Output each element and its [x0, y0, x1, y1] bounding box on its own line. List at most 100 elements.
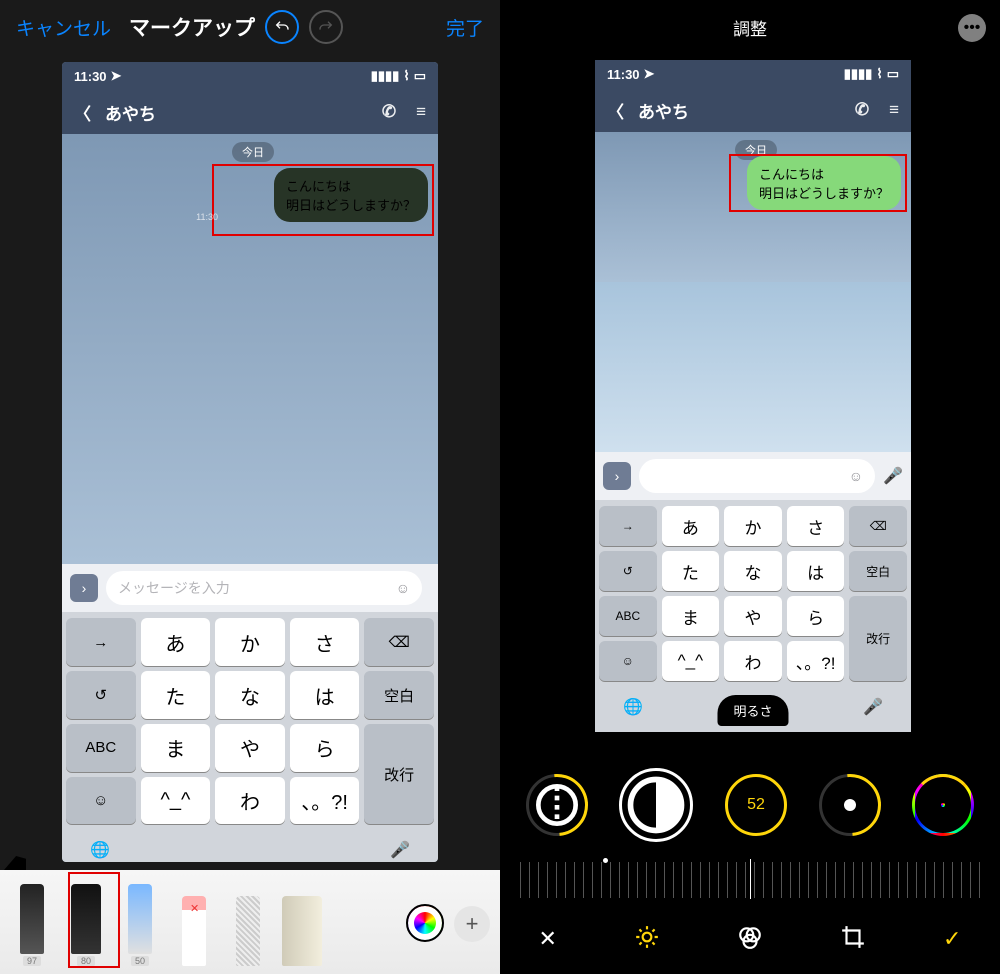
markup-screen: キャンセル マークアップ 完了 11:30 ➤ ▮▮▮▮ ⌇ ▭ 〈 あやち ✆… [0, 0, 500, 974]
brilliance-dial[interactable] [619, 768, 693, 842]
adjust-tab[interactable] [634, 924, 660, 955]
key-arrow[interactable]: → [66, 618, 136, 666]
pen-size: 97 [23, 956, 41, 966]
key-ha[interactable]: は [787, 551, 845, 591]
eraser-tool[interactable]: ✕ [172, 878, 216, 966]
slider-dot [603, 858, 608, 863]
mic-icon[interactable]: 🎤 [863, 697, 883, 717]
chat-navbar: 〈 あやち ✆ ≡ [595, 88, 911, 132]
signal-icon: ▮▮▮▮ [844, 66, 873, 82]
back-icon[interactable]: 〈 [607, 98, 624, 123]
key-na[interactable]: な [724, 551, 782, 591]
shadows-dial[interactable] [819, 774, 881, 836]
filters-tab[interactable] [737, 924, 763, 955]
call-icon[interactable]: ✆ [382, 102, 396, 122]
expand-button[interactable]: › [603, 462, 631, 490]
key-face[interactable]: ^_^ [662, 641, 720, 681]
slider-ticks[interactable] [520, 862, 980, 898]
status-bar: 11:30 ➤ ▮▮▮▮ ⌇ ▭ [595, 60, 911, 88]
menu-icon[interactable]: ≡ [889, 100, 899, 120]
key-face[interactable]: ^_^ [141, 777, 211, 825]
pen-tool[interactable]: 97 [10, 878, 54, 966]
key-ma[interactable]: ま [141, 724, 211, 772]
key-ya[interactable]: や [724, 596, 782, 636]
key-a[interactable]: あ [141, 618, 211, 666]
key-ka[interactable]: か [724, 506, 782, 546]
lasso-tool[interactable] [226, 878, 270, 966]
exposure-dial[interactable] [526, 774, 588, 836]
key-ha[interactable]: は [290, 671, 360, 719]
key-a[interactable]: あ [662, 506, 720, 546]
key-emoji[interactable]: ☺ [66, 777, 136, 825]
battery-icon: ▭ [414, 68, 426, 84]
key-space[interactable]: 空白 [364, 671, 434, 719]
msg-time: 11:30 [196, 212, 218, 222]
expand-button[interactable]: › [70, 574, 98, 602]
key-ta[interactable]: た [141, 671, 211, 719]
back-icon[interactable]: 〈 [74, 100, 91, 125]
screenshot-preview: 11:30 ➤ ▮▮▮▮ ⌇ ▭ 〈 あやち ✆ ≡ 今日 こんにちは 明日はど… [595, 60, 911, 732]
key-ra[interactable]: ら [787, 596, 845, 636]
emoji-icon[interactable]: ☺ [396, 580, 410, 596]
key-ta[interactable]: た [662, 551, 720, 591]
cancel-button[interactable]: キャンセル [16, 14, 111, 41]
key-wa[interactable]: わ [215, 777, 285, 825]
key-emoji[interactable]: ☺ [599, 641, 657, 681]
ruler-tool[interactable] [280, 878, 324, 966]
adjust-screen: 調整 ••• 11:30 ➤ ▮▮▮▮ ⌇ ▭ 〈 あやち ✆ ≡ 今日 こんに… [500, 0, 1000, 974]
key-backspace[interactable]: ⌫ [364, 618, 434, 666]
mic-icon[interactable]: 🎤 [883, 466, 903, 486]
key-enter[interactable]: 改行 [364, 724, 434, 824]
location-icon: ➤ [644, 66, 655, 82]
done-button[interactable]: 完了 [446, 14, 484, 41]
cancel-button[interactable]: ✕ [539, 926, 557, 952]
location-icon: ➤ [111, 68, 122, 84]
key-wa[interactable]: わ [724, 641, 782, 681]
key-sa[interactable]: さ [787, 506, 845, 546]
color-picker[interactable] [406, 904, 444, 942]
key-undo[interactable]: ↺ [599, 551, 657, 591]
selected-tool-highlight [68, 872, 120, 968]
key-space[interactable]: 空白 [849, 551, 907, 591]
menu-icon[interactable]: ≡ [416, 102, 426, 122]
add-button[interactable]: + [454, 906, 490, 942]
crop-tab[interactable] [840, 924, 866, 955]
key-punct[interactable]: 、。?! [290, 777, 360, 825]
pencil-tool[interactable]: 50 [118, 878, 162, 966]
screen-title: マークアップ [129, 12, 255, 42]
brightness-label: 明るさ [717, 695, 788, 726]
key-abc[interactable]: ABC [599, 596, 657, 636]
key-abc[interactable]: ABC [66, 724, 136, 772]
key-enter[interactable]: 改行 [849, 596, 907, 681]
key-undo[interactable]: ↺ [66, 671, 136, 719]
key-ya[interactable]: や [215, 724, 285, 772]
message-input[interactable]: ☺ [639, 459, 875, 493]
saturation-dial[interactable] [912, 774, 974, 836]
key-na[interactable]: な [215, 671, 285, 719]
key-punct[interactable]: 、。?! [787, 641, 845, 681]
key-ma[interactable]: ま [662, 596, 720, 636]
emoji-icon[interactable]: ☺ [849, 468, 863, 484]
chat-area: 今日 こんにちは 明日はどうしますか？ [595, 132, 911, 282]
call-icon[interactable]: ✆ [855, 100, 869, 120]
highlight-box [729, 154, 907, 212]
globe-icon[interactable]: 🌐 [623, 697, 643, 717]
key-sa[interactable]: さ [290, 618, 360, 666]
highlights-dial[interactable]: 52 [725, 774, 787, 836]
key-ka[interactable]: か [215, 618, 285, 666]
done-button[interactable]: ✓ [943, 926, 961, 952]
more-button[interactable]: ••• [958, 14, 986, 42]
highlight-box [212, 164, 434, 236]
mic-icon[interactable]: 🎤 [390, 840, 410, 860]
key-arrow[interactable]: → [599, 506, 657, 546]
chat-area: 今日 こんにちは 明日はどうしますか？ 11:30 [62, 134, 438, 564]
key-ra[interactable]: ら [290, 724, 360, 772]
key-backspace[interactable]: ⌫ [849, 506, 907, 546]
globe-icon[interactable]: 🌐 [90, 840, 110, 860]
redo-button[interactable] [309, 10, 343, 44]
undo-button[interactable] [265, 10, 299, 44]
message-input[interactable]: メッセージを入力 ☺ [106, 571, 422, 605]
screenshot-preview: 11:30 ➤ ▮▮▮▮ ⌇ ▭ 〈 あやち ✆ ≡ 今日 こんにちは 明日はど… [62, 62, 438, 862]
keyboard: → あ か さ ⌫ ↺ た な は 空白 ABC ☺ ま ^_^ [62, 612, 438, 862]
wifi-icon: ⌇ [876, 66, 882, 82]
